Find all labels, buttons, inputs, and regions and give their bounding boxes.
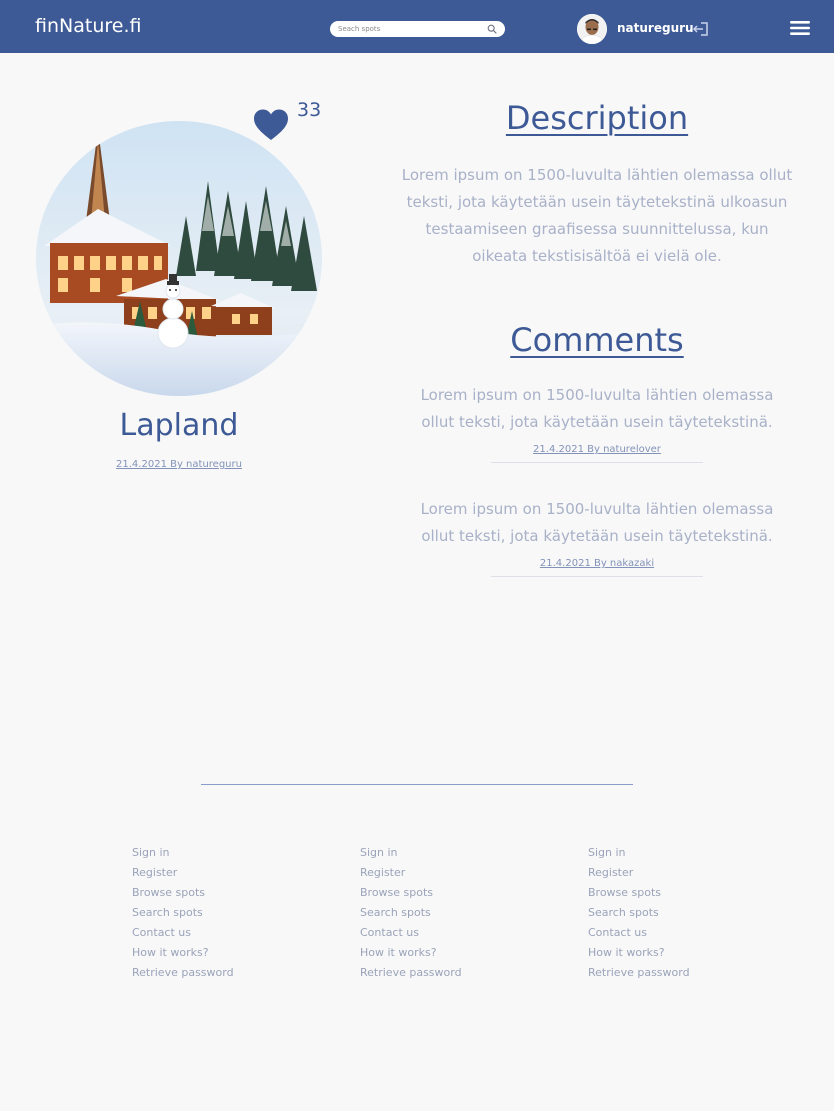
footer-divider [201,784,633,785]
footer-link-contact-us[interactable]: Contact us [360,924,462,944]
comment-item: Lorem ipsum on 1500-luvulta lähtien olem… [412,382,782,463]
description-heading: Description [505,99,689,137]
comment-meta[interactable]: 21.4.2021 By nakazaki [412,558,782,569]
footer-link-register[interactable]: Register [132,864,234,884]
footer-link-search-spots[interactable]: Search spots [360,904,462,924]
footer-link-retrieve-password[interactable]: Retrieve password [588,964,690,984]
comment-meta[interactable]: 21.4.2021 By naturelover [412,444,782,455]
comments-heading: Comments [510,321,684,359]
search-input[interactable] [338,21,483,37]
comment-item: Lorem ipsum on 1500-luvulta lähtien olem… [412,496,782,577]
footer-links-column: Sign in Register Browse spots Search spo… [360,844,462,984]
top-navbar: finNature.fi natureguru [0,0,834,53]
logout-icon[interactable] [692,21,709,37]
footer-link-sign-in[interactable]: Sign in [360,844,462,864]
footer-link-browse-spots[interactable]: Browse spots [360,884,462,904]
footer-link-search-spots[interactable]: Search spots [132,904,234,924]
spot-image [36,121,322,396]
footer-links-column: Sign in Register Browse spots Search spo… [588,844,690,984]
comment-divider [491,576,703,577]
footer-link-sign-in[interactable]: Sign in [588,844,690,864]
like-count: 33 [297,99,322,121]
spot-meta[interactable]: 21.4.2021 By natureguru [36,459,322,470]
footer-link-retrieve-password[interactable]: Retrieve password [132,964,234,984]
footer-link-browse-spots[interactable]: Browse spots [588,884,690,904]
footer-link-register[interactable]: Register [588,864,690,884]
footer-link-sign-in[interactable]: Sign in [132,844,234,864]
comment-text: Lorem ipsum on 1500-luvulta lähtien olem… [420,386,774,431]
footer-link-contact-us[interactable]: Contact us [132,924,234,944]
search-icon[interactable] [487,24,497,34]
footer-link-how-it-works[interactable]: How it works? [360,944,462,964]
footer-links-column: Sign in Register Browse spots Search spo… [132,844,234,984]
footer-link-contact-us[interactable]: Contact us [588,924,690,944]
footer-link-retrieve-password[interactable]: Retrieve password [360,964,462,984]
comment-divider [491,462,703,463]
menu-icon[interactable] [789,18,811,38]
footer-link-register[interactable]: Register [360,864,462,884]
description-text: Lorem ipsum on 1500-luvulta lähtien olem… [401,166,793,265]
footer-link-search-spots[interactable]: Search spots [588,904,690,924]
footer-link-how-it-works[interactable]: How it works? [588,944,690,964]
username-label[interactable]: natureguru [617,21,694,35]
footer-link-browse-spots[interactable]: Browse spots [132,884,234,904]
user-avatar[interactable] [577,14,607,44]
comment-text: Lorem ipsum on 1500-luvulta lähtien olem… [420,500,774,545]
search-bar[interactable] [330,21,505,37]
spot-title: Lapland [119,408,239,443]
site-logo[interactable]: finNature.fi [35,15,141,37]
footer-link-how-it-works[interactable]: How it works? [132,944,234,964]
heart-icon[interactable] [253,108,289,142]
